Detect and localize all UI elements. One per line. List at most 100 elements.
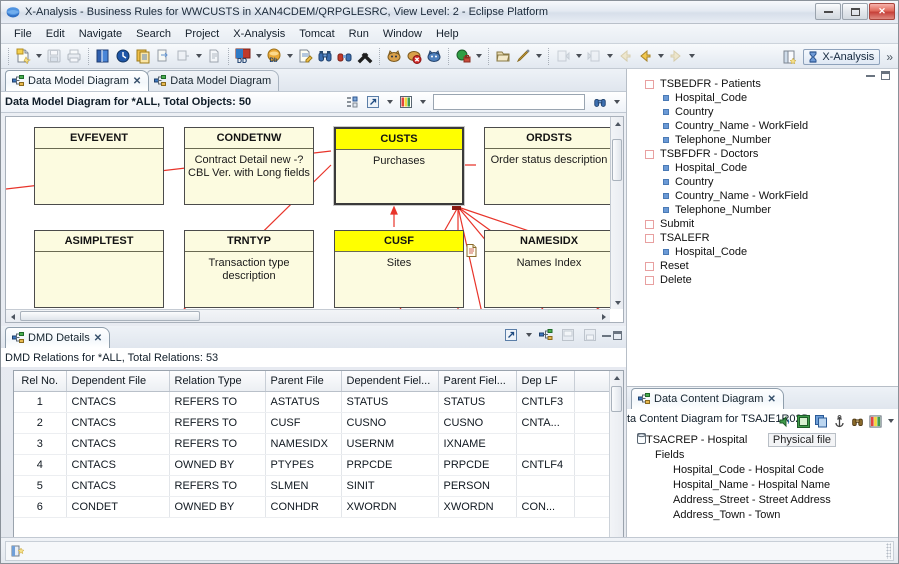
entity-evfevent[interactable]: EVFEVENT	[34, 127, 164, 205]
export-excel-icon[interactable]	[558, 325, 578, 345]
cat-icon[interactable]	[384, 46, 404, 66]
dcd-fields-group[interactable]: Fields	[627, 447, 898, 462]
back-dropdown-arrow-icon[interactable]	[655, 46, 666, 66]
tree-node-delete[interactable]: Delete	[645, 273, 898, 287]
next-annotation-icon[interactable]	[553, 46, 573, 66]
copy-icon[interactable]	[133, 46, 153, 66]
maximize-view-icon[interactable]	[363, 92, 383, 112]
new-wizard-dropdown-arrow-icon[interactable]	[33, 46, 44, 66]
cat-error-icon[interactable]	[404, 46, 424, 66]
checkbox-icon[interactable]	[645, 261, 654, 271]
resize-grip[interactable]	[886, 542, 891, 559]
document-icon[interactable]	[204, 46, 224, 66]
table-row[interactable]: 6 CONDET OWNED BY CONHDR XWORDN XWORDN C…	[14, 496, 612, 518]
col-parent-file[interactable]: Parent File	[265, 371, 342, 392]
outline-tree-panel[interactable]: TSBEDFR - Patients Hospital_Code Country…	[627, 69, 898, 387]
toolbar-overflow-chevron[interactable]: »	[883, 50, 896, 64]
menu-tomcat[interactable]: Tomcat	[292, 26, 341, 42]
minimize-view-icon[interactable]	[866, 74, 875, 77]
tree-node-hospital-code-1[interactable]: Hospital_Code	[645, 91, 898, 105]
close-icon[interactable]: ✕	[133, 76, 141, 87]
anchor-icon[interactable]	[831, 413, 847, 429]
menu-search[interactable]: Search	[129, 26, 178, 42]
dcd-field-hospital-code[interactable]: Hospital_Code - Hospital Code	[627, 462, 898, 477]
tree-node-tsbfdfr-doctors[interactable]: TSBFDFR - Doctors	[645, 147, 898, 161]
forward-dropdown-arrow-icon[interactable]	[686, 46, 697, 66]
pencil-icon[interactable]	[513, 46, 533, 66]
forward-icon[interactable]	[666, 46, 686, 66]
menu-window[interactable]: Window	[376, 26, 429, 42]
entity-asimpltest[interactable]: ASIMPLTEST	[34, 230, 164, 308]
tree-node-reset[interactable]: Reset	[645, 259, 898, 273]
dmd-relations-table[interactable]: Rel No. Dependent File Relation Type Par…	[13, 370, 624, 559]
tree-node-country-1[interactable]: Country	[645, 105, 898, 119]
data-model-diagram-canvas[interactable]: CUSTS Purchases EVFEVENT CONDETNW Contra…	[5, 116, 624, 323]
close-icon[interactable]: ✕	[767, 394, 775, 405]
search-people-icon[interactable]	[335, 46, 355, 66]
checkbox-icon[interactable]	[645, 275, 654, 285]
back-icon[interactable]	[615, 46, 635, 66]
horizontal-scroll-thumb[interactable]	[20, 311, 200, 321]
table-scroll-thumb[interactable]	[611, 386, 622, 412]
tree-node-hospital-code-2[interactable]: Hospital_Code	[645, 161, 898, 175]
maximize-view-icon[interactable]	[501, 325, 521, 345]
menu-edit[interactable]: Edit	[39, 26, 72, 42]
col-dependent-file[interactable]: Dependent File	[66, 371, 170, 392]
save-report-icon[interactable]	[580, 325, 600, 345]
dcd-field-hospital-name[interactable]: Hospital_Name - Hospital Name	[627, 477, 898, 492]
import-icon[interactable]	[153, 46, 173, 66]
menu-file[interactable]: File	[7, 26, 39, 42]
open-perspective-icon[interactable]	[780, 47, 800, 67]
db-dropdown-arrow-icon[interactable]	[284, 46, 295, 66]
tab-dmd-details[interactable]: DMD Details ✕	[5, 327, 111, 348]
dmd-view-dropdown-arrow-icon[interactable]	[523, 325, 534, 345]
table-row[interactable]: 1 CNTACS REFERS TO ASTATUS STATUS STATUS…	[14, 391, 612, 413]
table-row[interactable]: 4 CNTACS OWNED BY PTYPES PRPCDE PRPCDE C…	[14, 454, 612, 476]
tab-data-content-diagram[interactable]: Data Content Diagram ✕	[631, 388, 784, 409]
tools-icon[interactable]	[355, 46, 375, 66]
tree-node-tsbedfr-patients[interactable]: TSBEDFR - Patients	[645, 77, 898, 91]
tree-node-country-name-2[interactable]: Country_Name - WorkField	[645, 189, 898, 203]
menu-run[interactable]: Run	[342, 26, 376, 42]
diagram-horizontal-scrollbar[interactable]	[6, 309, 610, 322]
doc-icon[interactable]	[466, 244, 477, 257]
checkbox-icon[interactable]	[645, 79, 654, 89]
scroll-up-arrow-icon[interactable]	[610, 371, 623, 384]
entity-cusf[interactable]: CUSF Sites	[334, 230, 464, 308]
speaker-icon[interactable]	[777, 413, 793, 429]
menu-x-analysis[interactable]: X-Analysis	[226, 26, 292, 42]
entity-custs[interactable]: CUSTS Purchases	[334, 127, 464, 205]
scroll-left-arrow-icon[interactable]	[6, 310, 19, 322]
clock-icon[interactable]	[113, 46, 133, 66]
export-dropdown-arrow-icon[interactable]	[193, 46, 204, 66]
db-icon[interactable]: Db	[264, 46, 284, 66]
book-icon[interactable]	[93, 46, 113, 66]
tree-node-country-2[interactable]: Country	[645, 175, 898, 189]
color-legend-icon[interactable]	[867, 413, 883, 429]
checkbox-icon[interactable]	[645, 219, 654, 229]
debug-dropdown-arrow-icon[interactable]	[473, 46, 484, 66]
col-rel-no[interactable]: Rel No.	[14, 371, 67, 392]
cat-blue-icon[interactable]	[424, 46, 444, 66]
color-legend-icon[interactable]	[396, 92, 416, 112]
green-grid-icon[interactable]	[795, 413, 811, 429]
collapse-all-icon[interactable]	[342, 92, 362, 112]
find-dropdown-arrow-icon[interactable]	[611, 92, 622, 112]
vertical-scroll-thumb[interactable]	[612, 139, 622, 181]
maximize-button[interactable]	[842, 3, 868, 20]
tree-node-hospital-code-3[interactable]: Hospital_Code	[645, 245, 898, 259]
tree-node-tsalefr[interactable]: TSALEFR	[645, 231, 898, 245]
edit-doc-icon[interactable]	[295, 46, 315, 66]
diagram-vertical-scrollbar[interactable]	[610, 117, 623, 309]
dd-dropdown-arrow-icon[interactable]	[253, 46, 264, 66]
dcd-field-address-town[interactable]: Address_Town - Town	[627, 507, 898, 522]
menu-navigate[interactable]: Navigate	[72, 26, 129, 42]
close-icon[interactable]: ✕	[94, 333, 102, 344]
col-blank[interactable]	[574, 371, 612, 392]
tab-data-model-diagram-2[interactable]: Data Model Diagram	[147, 70, 280, 91]
menu-help[interactable]: Help	[429, 26, 466, 42]
binoculars-icon[interactable]	[849, 413, 865, 429]
pencil-dropdown-arrow-icon[interactable]	[533, 46, 544, 66]
perspective-x-analysis-button[interactable]: X-Analysis	[803, 48, 881, 65]
tree-node-telephone-number-2[interactable]: Telephone_Number	[645, 203, 898, 217]
